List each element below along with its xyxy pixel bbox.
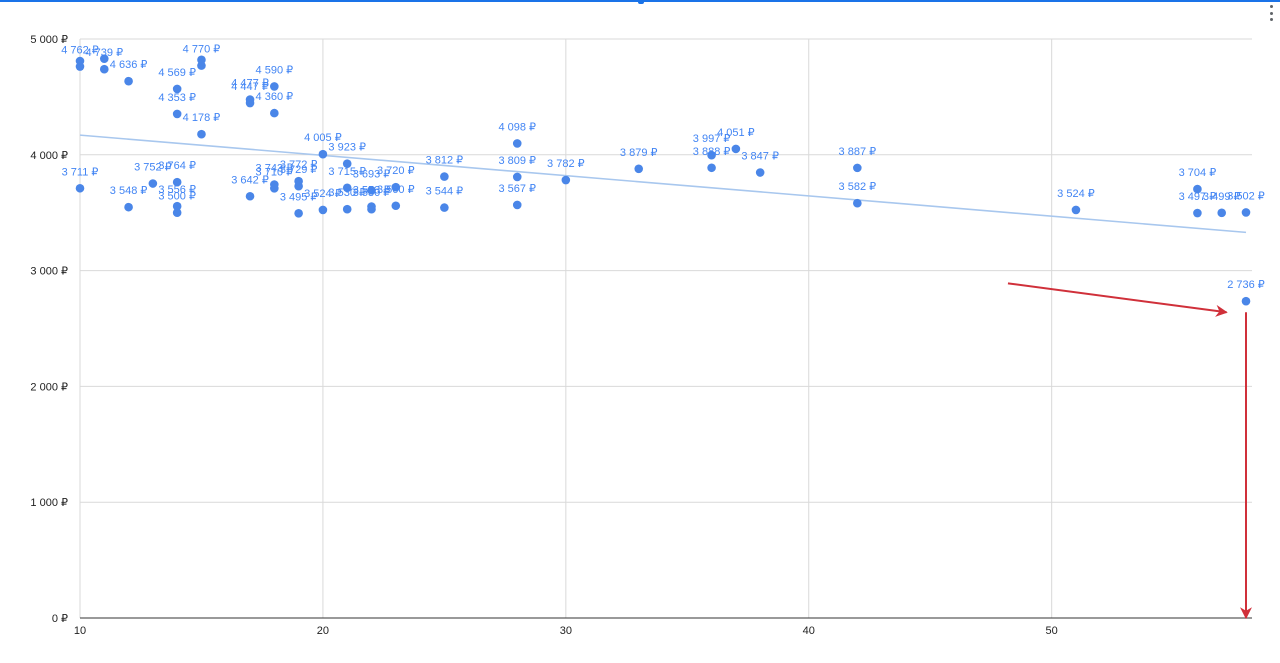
- data-label: 3 560 ₽: [377, 184, 415, 196]
- data-label: 4 178 ₽: [183, 112, 221, 124]
- data-label: 3 502 ₽: [1227, 190, 1265, 202]
- data-label: 3 567 ₽: [498, 183, 536, 195]
- grid-lines: [79, 38, 1252, 619]
- data-label: 3 782 ₽: [547, 158, 585, 170]
- data-point: [853, 163, 862, 173]
- data-point: [1217, 208, 1227, 218]
- data-point: [270, 184, 279, 193]
- data-point: [197, 129, 206, 139]
- y-tick-label: 3 000 ₽: [30, 266, 68, 278]
- annotation-arrow: [1007, 282, 1228, 317]
- data-point: [270, 82, 279, 91]
- data-point: [1241, 208, 1251, 217]
- data-label: 3 887 ₽: [839, 146, 877, 158]
- data-label: 4 098 ₽: [498, 121, 536, 133]
- data-point: [634, 164, 644, 174]
- data-point: [1241, 296, 1251, 306]
- data-point: [731, 144, 741, 154]
- x-tick-label: 50: [1046, 625, 1058, 637]
- data-label: 4 636 ₽: [110, 59, 148, 71]
- data-label: 4 590 ₽: [256, 64, 294, 76]
- data-point: [367, 204, 376, 214]
- data-point: [342, 204, 352, 214]
- data-label: 3 500 ₽: [158, 191, 196, 203]
- data-point: [755, 168, 765, 177]
- data-point: [391, 201, 401, 211]
- data-label: 3 847 ₽: [741, 151, 779, 163]
- data-label: 3 704 ₽: [1179, 167, 1217, 179]
- data-label: 3 888 ₽: [693, 146, 731, 158]
- data-label: 4 353 ₽: [158, 92, 196, 104]
- data-point: [124, 76, 133, 86]
- data-point: [245, 191, 255, 201]
- data-point: [318, 205, 328, 215]
- data-point: [148, 179, 158, 188]
- data-point: [270, 108, 279, 118]
- data-point: [294, 181, 303, 191]
- data-point: [294, 208, 303, 218]
- data-label: 4 360 ₽: [256, 91, 294, 103]
- x-tick-label: 30: [560, 625, 572, 637]
- data-point: [561, 175, 571, 185]
- x-tick-label: 20: [317, 625, 329, 637]
- data-labels: 4 762 ₽3 711 ₽4 739 ₽4 636 ₽3 548 ₽3 752…: [61, 44, 1265, 292]
- data-label: 3 764 ₽: [158, 160, 196, 172]
- data-point: [75, 56, 85, 66]
- data-label: 3 729 ₽: [280, 164, 318, 176]
- data-label: 4 051 ₽: [717, 127, 755, 139]
- data-point: [1071, 205, 1081, 215]
- data-label: 2 736 ₽: [1227, 279, 1265, 291]
- data-label: 3 711 ₽: [62, 166, 99, 178]
- data-point: [124, 202, 133, 212]
- data-point: [853, 198, 862, 208]
- data-point: [245, 98, 255, 108]
- data-point: [172, 109, 182, 119]
- data-label: 3 812 ₽: [426, 155, 464, 167]
- data-point: [707, 163, 716, 173]
- data-point: [318, 149, 328, 159]
- data-point: [197, 55, 206, 65]
- data-point: [512, 172, 522, 182]
- data-label: 3 809 ₽: [498, 155, 536, 167]
- data-point: [440, 172, 449, 181]
- data-label: 3 923 ₽: [328, 142, 366, 154]
- data-point: [440, 203, 449, 212]
- data-point: [512, 139, 522, 148]
- data-label: 4 739 ₽: [85, 47, 123, 59]
- data-label: 3 548 ₽: [110, 185, 148, 197]
- y-tick-label: 1 000 ₽: [30, 497, 68, 509]
- x-tick-label: 10: [74, 625, 86, 637]
- data-label: 3 544 ₽: [426, 186, 464, 198]
- axes: 0 ₽1 000 ₽2 000 ₽3 000 ₽4 000 ₽5 000 ₽10…: [30, 34, 1252, 637]
- data-label: 3 582 ₽: [839, 181, 877, 193]
- y-tick-label: 0 ₽: [52, 613, 68, 625]
- y-tick-label: 2 000 ₽: [30, 381, 68, 393]
- data-point: [75, 183, 85, 193]
- annotations: [1007, 282, 1252, 620]
- data-point: [172, 208, 182, 217]
- data-label: 3 879 ₽: [620, 147, 658, 159]
- x-tick-label: 40: [803, 625, 815, 637]
- data-point: [99, 64, 109, 74]
- data-label: 4 569 ₽: [158, 67, 196, 79]
- y-tick-label: 4 000 ₽: [30, 150, 68, 162]
- scatter-chart: 0 ₽1 000 ₽2 000 ₽3 000 ₽4 000 ₽5 000 ₽10…: [30, 34, 1265, 637]
- data-label: 3 524 ₽: [1057, 188, 1095, 200]
- data-label: 4 770 ₽: [183, 44, 221, 56]
- data-point: [512, 200, 522, 210]
- data-label: 3 720 ₽: [377, 165, 415, 177]
- data-point: [1193, 208, 1202, 218]
